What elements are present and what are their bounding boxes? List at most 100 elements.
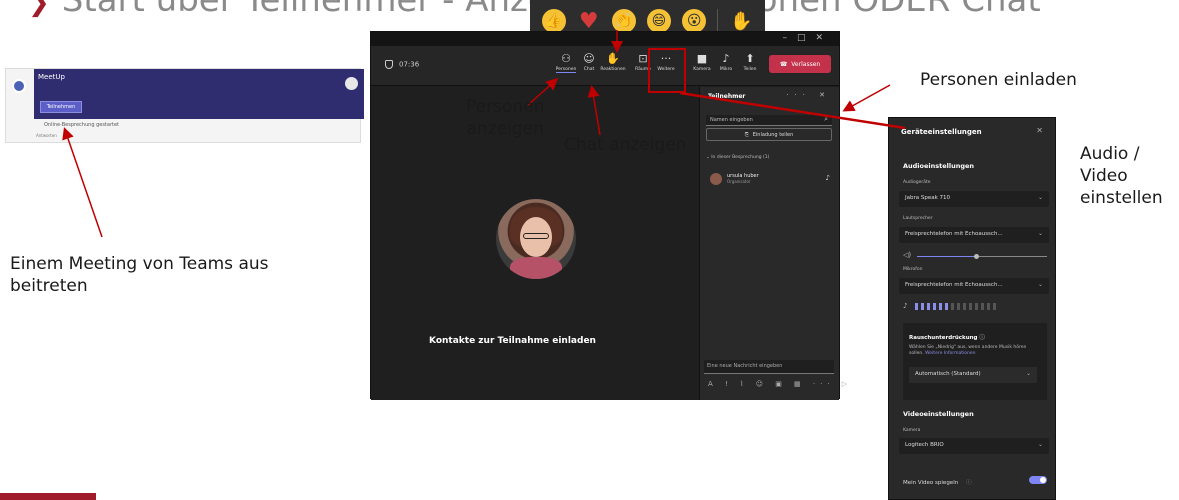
camera-label: Kamera [903, 428, 921, 433]
message-input[interactable]: Eine neue Nachricht eingeben [704, 360, 834, 374]
mic-level-bar [981, 303, 984, 310]
callout-people-line1: Personen [466, 97, 545, 117]
callout-av-line1: Audio / [1080, 144, 1140, 164]
chevron-down-icon: ⌄ [1025, 370, 1031, 377]
panel-controls[interactable]: ··· ✕ [786, 91, 831, 99]
participants-section[interactable]: ⌄ In dieser Besprechung (1) [706, 155, 769, 160]
mic-level-bar [975, 303, 978, 310]
more-highlight-box [648, 48, 686, 93]
speaker-value: Freisprechtelefon mit Echoaussch... [905, 231, 1003, 237]
share-button[interactable]: ⬆ Teilen [735, 52, 765, 80]
mic-icon: ♪ [722, 52, 730, 65]
mic-level-bar [945, 303, 948, 310]
mic-icon: ♪ [903, 302, 908, 310]
mic-level-bar [963, 303, 966, 310]
more-info-link[interactable]: Weitere Informationen [925, 351, 975, 356]
meetup-thumbnail: MeetUp Teilnehmen Online-Besprechung ges… [5, 68, 364, 143]
window-titlebar: –□✕ [371, 32, 839, 46]
reactions-label: Reaktionen [600, 67, 626, 72]
chevron-down-icon: ⌄ [1037, 281, 1043, 288]
reply-link[interactable]: Antworten [36, 133, 57, 138]
callout-join-line1: Einem Meeting von Teams aus [10, 254, 269, 274]
reactions-button[interactable]: ✋ Reaktionen [598, 52, 628, 80]
mic-level-meter [915, 303, 996, 310]
mirror-video-toggle[interactable] [1029, 476, 1047, 484]
section-label: In dieser Besprechung (1) [711, 155, 770, 160]
reaction-icon: ✋ [606, 52, 620, 65]
chevron-down-icon: ⌄ [1037, 441, 1043, 448]
camera-label: Kamera [693, 67, 711, 72]
participant-row[interactable]: ursula huber Organisator ♪ [710, 173, 830, 189]
camera-value: Logitech BRIO [905, 442, 944, 448]
camera-icon: ■ [696, 52, 708, 65]
laugh-icon[interactable]: 😄 [646, 9, 671, 33]
meeting-timer: 07:36 [385, 60, 419, 69]
speaker-volume-knob[interactable] [973, 254, 979, 259]
clap-icon[interactable]: 👏 [611, 9, 636, 33]
speaker-label: Lautsprecher [903, 216, 933, 221]
speaker-icon: ◁) [903, 251, 912, 259]
share-invite-button[interactable]: ⎘ Einladung teilen [706, 128, 832, 141]
mirror-video-row: Mein Video spiegeln ⓘ [903, 478, 971, 486]
compose-toolbar[interactable]: A ! ⌇ ☺ ▣ ▦ ··· ▷ [708, 380, 852, 388]
chat-icon: ☺ [583, 52, 595, 65]
mic-level-bar [969, 303, 972, 310]
close-icon[interactable]: ✕ [1036, 126, 1043, 135]
mic-value: Freisprechtelefon mit Echoaussch... [905, 282, 1003, 288]
chevron-down-icon: ⌄ [1037, 230, 1043, 237]
audio-device-select[interactable]: Jabra Speak 710 ⌄ [899, 191, 1049, 207]
noise-title: Rauschunterdrückung ⓘ [909, 333, 985, 341]
surprised-icon[interactable]: 😮 [682, 9, 707, 33]
share-invite-label: Einladung teilen [752, 131, 794, 138]
leave-label: Verlassen [791, 60, 821, 68]
thumbs-up-icon[interactable]: 👍 [541, 9, 566, 33]
speaker-volume-fill [917, 256, 976, 257]
teams-app-icon [12, 79, 26, 93]
mic-label: Mikro [719, 67, 733, 72]
callout-people: Personen anzeigen [466, 96, 544, 140]
mirror-label: Mein Video spiegeln [903, 480, 959, 486]
callout-join-line2: beitreten [10, 276, 88, 296]
mic-icon: ♪ [825, 174, 830, 182]
share-label: Teilen [743, 67, 757, 72]
avatar-glasses [523, 233, 549, 239]
meetup-title: MeetUp [38, 73, 65, 81]
audio-settings-heading: Audioeinstellungen [903, 162, 975, 170]
noise-value: Automatisch (Standard) [915, 371, 981, 377]
speaker-volume-slider[interactable] [917, 254, 1047, 259]
heart-icon[interactable]: ♥ [577, 9, 601, 34]
link-icon: ⎘ [744, 131, 749, 138]
audio-device-label: Audiogeräte [903, 180, 931, 185]
noise-select[interactable]: Automatisch (Standard) ⌄ [909, 367, 1037, 383]
search-icon: ⌕ [824, 115, 828, 123]
mic-level-bar [957, 303, 960, 310]
rooms-icon: ⊡ [638, 52, 648, 65]
mic-level-bar [933, 303, 936, 310]
invite-contacts-text[interactable]: Kontakte zur Teilnahme einladen [429, 336, 596, 346]
raise-hand-icon[interactable]: ✋ [729, 9, 753, 33]
mic-level-bar [993, 303, 996, 310]
window-controls[interactable]: –□✕ [782, 33, 833, 43]
camera-select[interactable]: Logitech BRIO ⌄ [899, 438, 1049, 454]
mic-level-bar [939, 303, 942, 310]
meetup-banner: MeetUp Teilnehmen [34, 69, 364, 119]
reactions-divider [717, 9, 719, 33]
mic-label: Mikrofon [903, 267, 923, 272]
leave-button[interactable]: ☎ Verlassen [769, 55, 831, 73]
join-meeting-button[interactable]: Teilnehmen [40, 101, 82, 113]
timer-value: 07:36 [399, 60, 420, 69]
slide: { "header": { "text": "Start über Teilne… [0, 0, 1179, 500]
mic-select[interactable]: Freisprechtelefon mit Echoaussch... ⌄ [899, 278, 1049, 294]
audio-device-value: Jabra Speak 710 [905, 195, 951, 201]
noise-description: Wählen Sie „Niedrig" aus, wenn andere Mu… [909, 345, 1039, 357]
arrow-invite [842, 84, 891, 112]
meeting-status-text: Online-Besprechung gestartet [44, 122, 120, 128]
callout-av-line2: Video [1080, 166, 1128, 186]
share-icon: ⬆ [745, 52, 755, 65]
panel-title: Teilnehmer [708, 93, 746, 100]
speaker-select[interactable]: Freisprechtelefon mit Echoaussch... ⌄ [899, 227, 1049, 243]
footer-accent-bar [0, 493, 96, 500]
name-search-input[interactable]: Namen eingeben ⌕ [706, 115, 832, 126]
callout-chat: Chat anzeigen [564, 135, 687, 155]
bullet-icon: ❯ [28, 0, 50, 18]
